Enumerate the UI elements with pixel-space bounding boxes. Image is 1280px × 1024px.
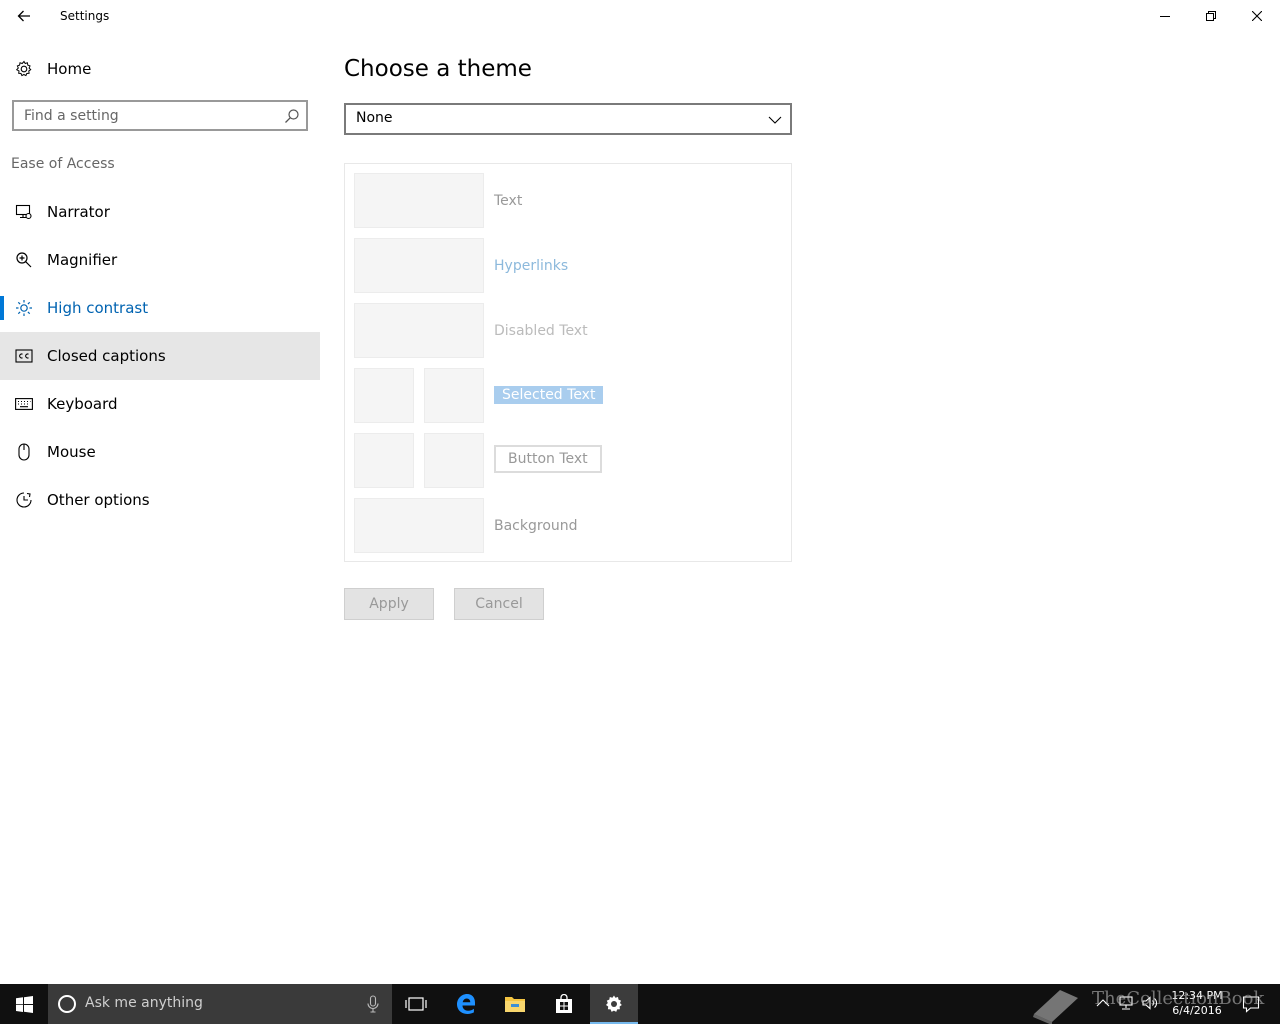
file-explorer-button[interactable] xyxy=(491,984,539,1024)
preview-background-label: Background xyxy=(494,518,578,534)
button-text-fg-swatch[interactable] xyxy=(354,433,414,488)
cortana-icon xyxy=(58,995,76,1013)
disabled-text-color-swatch[interactable] xyxy=(354,303,484,358)
clock-time: 12:34 PM xyxy=(1171,989,1223,1002)
file-explorer-icon xyxy=(505,997,525,1012)
apply-button[interactable]: Apply xyxy=(344,588,434,620)
chevron-up-icon[interactable] xyxy=(1096,996,1110,1010)
back-button[interactable] xyxy=(0,0,48,32)
store-button[interactable] xyxy=(540,984,588,1024)
close-button[interactable] xyxy=(1234,0,1280,32)
store-icon xyxy=(556,994,572,1013)
hyperlink-color-swatch[interactable] xyxy=(354,238,484,293)
restore-icon xyxy=(1206,11,1216,21)
sidebar: Home Ease of Access Narrator Magnifier xyxy=(0,32,320,984)
search-input[interactable] xyxy=(14,102,276,129)
task-view-button[interactable] xyxy=(392,984,440,1024)
other-options-icon xyxy=(14,490,34,510)
preview-selected-text-label: Selected Text xyxy=(494,386,604,404)
sidebar-item-label: Mouse xyxy=(47,443,96,461)
selected-text-bg-swatch[interactable] xyxy=(424,368,484,423)
microphone-icon[interactable] xyxy=(366,995,380,1013)
sidebar-item-high-contrast[interactable]: High contrast xyxy=(0,284,320,332)
preview-disabled-text-label: Disabled Text xyxy=(494,323,588,339)
sidebar-item-label: High contrast xyxy=(47,299,149,317)
sidebar-item-narrator[interactable]: Narrator xyxy=(0,188,320,236)
narrator-icon xyxy=(14,202,34,222)
clock-date: 6/4/2016 xyxy=(1172,1004,1222,1017)
preview-text-label: Text xyxy=(494,193,523,209)
cancel-button[interactable]: Cancel xyxy=(454,588,544,620)
sidebar-item-other-options[interactable]: Other options xyxy=(0,476,320,524)
text-color-swatch[interactable] xyxy=(354,173,484,228)
active-indicator xyxy=(0,296,4,320)
start-button[interactable] xyxy=(0,984,48,1024)
edge-icon xyxy=(457,994,475,1014)
sidebar-home[interactable]: Home xyxy=(0,52,320,86)
network-icon[interactable] xyxy=(1118,995,1134,1011)
restore-button[interactable] xyxy=(1188,0,1234,32)
sidebar-item-mouse[interactable]: Mouse xyxy=(0,428,320,476)
taskbar: Ask me anything 12:34 PM 6/4/2016 xyxy=(0,984,1280,1024)
sidebar-item-closed-captions[interactable]: Closed captions xyxy=(0,332,320,380)
sidebar-item-label: Narrator xyxy=(47,203,110,221)
section-label: Ease of Access xyxy=(11,156,115,172)
background-color-swatch[interactable] xyxy=(354,498,484,553)
cortana-placeholder: Ask me anything xyxy=(85,995,203,1011)
theme-select[interactable]: None xyxy=(344,103,792,135)
sidebar-item-magnifier[interactable]: Magnifier xyxy=(0,236,320,284)
window-title: Settings xyxy=(60,9,110,23)
close-icon xyxy=(1252,11,1262,21)
task-view-icon xyxy=(405,997,427,1011)
preview-hyperlinks-label: Hyperlinks xyxy=(494,258,569,274)
title-bar: Settings xyxy=(0,0,1280,32)
edge-button[interactable] xyxy=(442,984,490,1024)
settings-icon xyxy=(606,995,622,1012)
minimize-icon xyxy=(1160,16,1170,17)
sidebar-item-keyboard[interactable]: Keyboard xyxy=(0,380,320,428)
sidebar-item-label: Keyboard xyxy=(47,395,118,413)
sidebar-item-label: Magnifier xyxy=(47,251,118,269)
find-setting-search xyxy=(12,100,308,131)
theme-select-value: None xyxy=(356,110,393,126)
page-title: Choose a theme xyxy=(344,56,532,82)
selected-text-fg-swatch[interactable] xyxy=(354,368,414,423)
cortana-search-box[interactable]: Ask me anything xyxy=(48,984,392,1024)
chevron-down-icon xyxy=(768,116,782,124)
magnifier-icon xyxy=(14,250,34,270)
button-text-bg-swatch[interactable] xyxy=(424,433,484,488)
minimize-button[interactable] xyxy=(1142,0,1188,32)
theme-preview: Text Hyperlinks Disabled Text Selected T… xyxy=(344,163,792,562)
volume-icon[interactable] xyxy=(1142,995,1158,1011)
settings-taskbar-button[interactable] xyxy=(590,984,638,1024)
taskbar-clock[interactable]: 12:34 PM 6/4/2016 xyxy=(1166,988,1228,1018)
mouse-icon xyxy=(14,442,34,462)
keyboard-icon xyxy=(14,394,34,414)
arrow-left-icon xyxy=(17,10,30,22)
brightness-icon xyxy=(14,298,34,318)
sidebar-item-label: Other options xyxy=(47,491,150,509)
main-content: Choose a theme None Text Hyperlinks Disa… xyxy=(344,32,1244,932)
cc-icon xyxy=(14,346,34,366)
action-center-icon[interactable] xyxy=(1242,995,1260,1013)
home-label: Home xyxy=(47,60,92,78)
search-icon[interactable] xyxy=(284,108,300,124)
preview-button-text-label: Button Text xyxy=(494,445,602,473)
windows-logo-icon xyxy=(15,995,33,1013)
gear-icon xyxy=(14,59,34,79)
sidebar-item-label: Closed captions xyxy=(47,347,166,365)
